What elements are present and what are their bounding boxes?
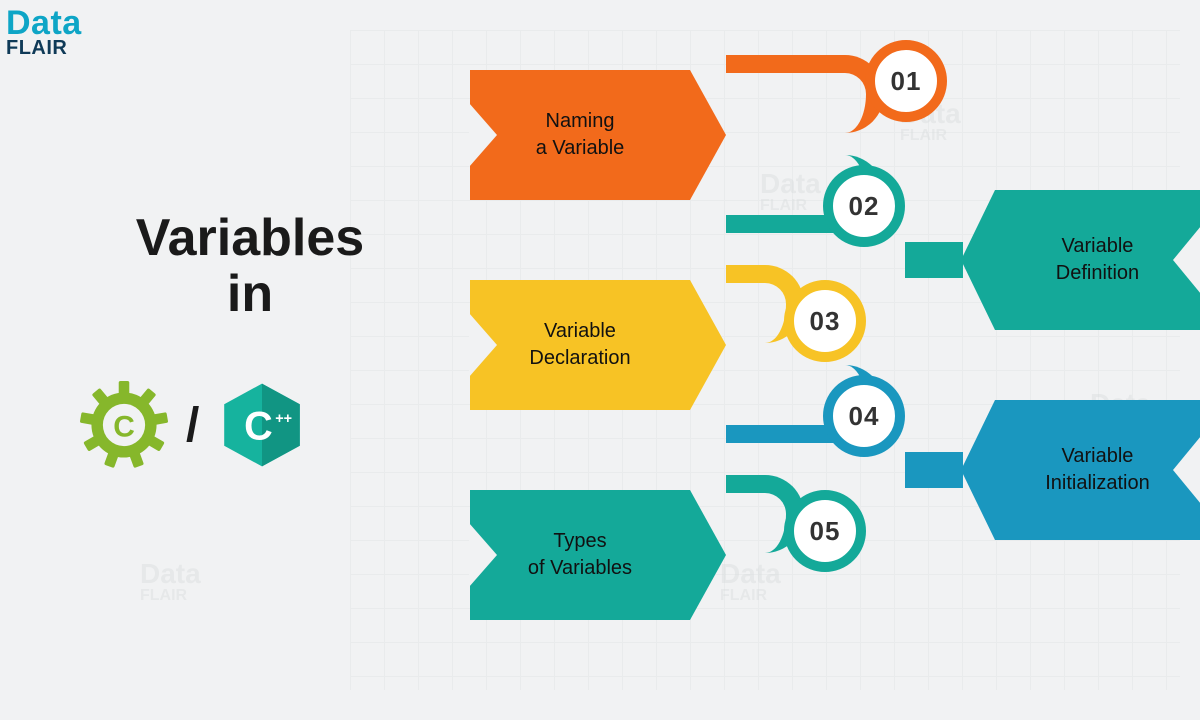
step-5-l2: of Variables bbox=[528, 557, 632, 579]
cpp-hex-icon: C ++ bbox=[217, 380, 307, 470]
step-box-naming: Naming a Variable bbox=[470, 70, 690, 200]
pipe-4 bbox=[905, 452, 963, 488]
step-number-5: 05 bbox=[784, 490, 866, 572]
diagram-stage: Data FLAIR DataFLAIR DataFLAIR DataFLAIR… bbox=[0, 0, 1200, 720]
step-3-l1: Variable bbox=[544, 320, 616, 342]
step-2-l1: Variable bbox=[1062, 235, 1134, 257]
step-4-l2: Initialization bbox=[1045, 472, 1150, 494]
slash-separator: / bbox=[186, 398, 199, 453]
step-number-3: 03 bbox=[784, 280, 866, 362]
step-1-l1: Naming bbox=[546, 110, 615, 132]
step-1-l2: a Variable bbox=[536, 137, 625, 159]
step-3-l2: Declaration bbox=[529, 347, 630, 369]
title-line2: in bbox=[120, 266, 380, 322]
step-2-l2: Definition bbox=[1056, 262, 1139, 284]
brand-logo: Data FLAIR bbox=[6, 6, 82, 58]
step-number-2: 02 bbox=[823, 165, 905, 247]
svg-text:++: ++ bbox=[276, 411, 293, 427]
pipe-2 bbox=[905, 242, 963, 278]
step-box-types: Types of Variables bbox=[470, 490, 690, 620]
page-title: Variables in bbox=[120, 210, 380, 322]
connector-1 bbox=[726, 55, 884, 133]
step-number-4: 04 bbox=[823, 375, 905, 457]
step-5-l1: Types bbox=[553, 530, 606, 552]
step-box-initialization: Variable Initialization bbox=[995, 400, 1200, 540]
title-line1: Variables bbox=[120, 210, 380, 266]
language-logos: C / C ++ bbox=[80, 380, 307, 470]
step-4-l1: Variable bbox=[1062, 445, 1134, 467]
svg-text:C: C bbox=[244, 404, 273, 448]
c-gear-icon: C bbox=[80, 381, 168, 469]
step-number-1: 01 bbox=[865, 40, 947, 122]
step-box-declaration: Variable Declaration bbox=[470, 280, 690, 410]
step-box-definition: Variable Definition bbox=[995, 190, 1200, 330]
watermark: DataFLAIR bbox=[140, 560, 201, 604]
c-letter: C bbox=[113, 410, 135, 443]
